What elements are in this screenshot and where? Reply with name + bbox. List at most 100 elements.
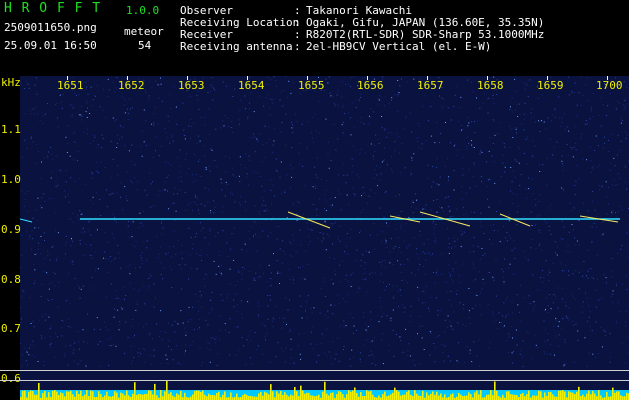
- noise-pixel: [538, 120, 539, 122]
- noise-pixel: [481, 181, 483, 183]
- noise-pixel: [611, 211, 613, 213]
- noise-pixel: [262, 230, 264, 232]
- noise-pixel: [379, 281, 381, 282]
- noise-pixel: [405, 223, 407, 225]
- noise-pixel: [190, 319, 192, 320]
- noise-pixel: [234, 284, 236, 286]
- noise-pixel: [416, 253, 418, 255]
- noise-pixel: [280, 91, 282, 93]
- noise-pixel: [568, 130, 570, 132]
- noise-pixel: [331, 279, 333, 281]
- noise-pixel: [315, 185, 317, 187]
- noise-pixel: [397, 260, 399, 262]
- level-bar: [168, 393, 170, 400]
- noise-pixel: [451, 305, 453, 307]
- noise-pixel: [160, 262, 162, 264]
- level-bar: [270, 384, 272, 400]
- noise-pixel: [610, 356, 612, 358]
- noise-pixel: [506, 232, 508, 233]
- noise-pixel: [568, 76, 570, 78]
- noise-pixel: [575, 126, 577, 128]
- noise-pixel: [316, 208, 318, 210]
- noise-pixel: [160, 145, 162, 147]
- noise-pixel: [32, 141, 34, 143]
- time-tick-label: 1653: [178, 79, 205, 92]
- noise-pixel: [621, 245, 623, 247]
- noise-pixel: [345, 245, 347, 247]
- noise-pixel: [490, 224, 492, 226]
- noise-pixel: [545, 128, 547, 130]
- noise-pixel: [337, 90, 339, 92]
- noise-pixel: [107, 329, 109, 331]
- noise-pixel: [289, 330, 291, 332]
- noise-pixel: [97, 343, 99, 345]
- noise-pixel: [284, 254, 286, 255]
- noise-pixel: [478, 339, 480, 341]
- level-bar: [180, 391, 182, 400]
- noise-pixel: [488, 347, 490, 349]
- noise-pixel: [434, 361, 436, 363]
- noise-pixel: [199, 327, 200, 329]
- noise-pixel: [483, 282, 485, 284]
- noise-pixel: [453, 145, 455, 147]
- noise-pixel: [136, 302, 138, 303]
- noise-pixel: [289, 164, 291, 166]
- noise-pixel: [143, 211, 145, 213]
- noise-pixel: [381, 262, 383, 263]
- noise-pixel: [596, 215, 597, 217]
- noise-pixel: [615, 212, 616, 214]
- noise-pixel: [556, 254, 558, 256]
- noise-pixel: [430, 254, 432, 256]
- noise-pixel: [90, 234, 92, 236]
- noise-pixel: [460, 96, 462, 98]
- noise-pixel: [282, 351, 284, 353]
- noise-pixel: [289, 299, 290, 301]
- noise-pixel: [509, 109, 511, 110]
- noise-pixel: [131, 144, 133, 146]
- noise-pixel: [249, 357, 251, 359]
- noise-pixel: [215, 273, 217, 275]
- noise-pixel: [604, 136, 605, 138]
- noise-pixel: [482, 102, 484, 104]
- level-bar: [562, 390, 564, 400]
- time-tick-label: 1655: [298, 79, 325, 92]
- noise-pixel: [127, 337, 129, 338]
- noise-pixel: [514, 176, 516, 178]
- noise-pixel: [347, 280, 349, 282]
- noise-pixel: [511, 250, 513, 251]
- noise-pixel: [210, 77, 212, 79]
- noise-pixel: [40, 335, 42, 337]
- level-bar: [72, 394, 74, 400]
- noise-pixel: [114, 257, 116, 259]
- noise-pixel: [520, 350, 522, 352]
- meteor-echo-streak: [499, 213, 531, 227]
- noise-pixel: [516, 194, 518, 196]
- noise-pixel: [383, 159, 385, 161]
- noise-pixel: [270, 272, 272, 274]
- noise-pixel: [592, 93, 594, 95]
- noise-pixel: [82, 254, 84, 256]
- noise-pixel: [447, 315, 449, 317]
- noise-pixel: [293, 239, 295, 241]
- noise-pixel: [358, 176, 360, 178]
- noise-pixel: [230, 248, 232, 250]
- noise-pixel: [600, 125, 602, 127]
- time-tick-label: 1651: [57, 79, 84, 92]
- level-bar: [528, 390, 530, 400]
- noise-pixel: [247, 335, 249, 337]
- noise-pixel: [460, 246, 462, 248]
- noise-pixel: [448, 272, 450, 274]
- noise-pixel: [421, 148, 423, 149]
- noise-pixel: [266, 97, 267, 99]
- level-bar: [626, 392, 628, 400]
- noise-pixel: [199, 222, 201, 224]
- level-bar: [242, 395, 244, 400]
- noise-pixel: [259, 133, 261, 135]
- noise-pixel: [454, 94, 456, 96]
- noise-pixel: [365, 329, 367, 331]
- noise-pixel: [219, 330, 221, 332]
- noise-pixel: [448, 238, 449, 239]
- noise-pixel: [200, 294, 202, 296]
- noise-pixel: [462, 156, 464, 158]
- noise-pixel: [243, 345, 245, 347]
